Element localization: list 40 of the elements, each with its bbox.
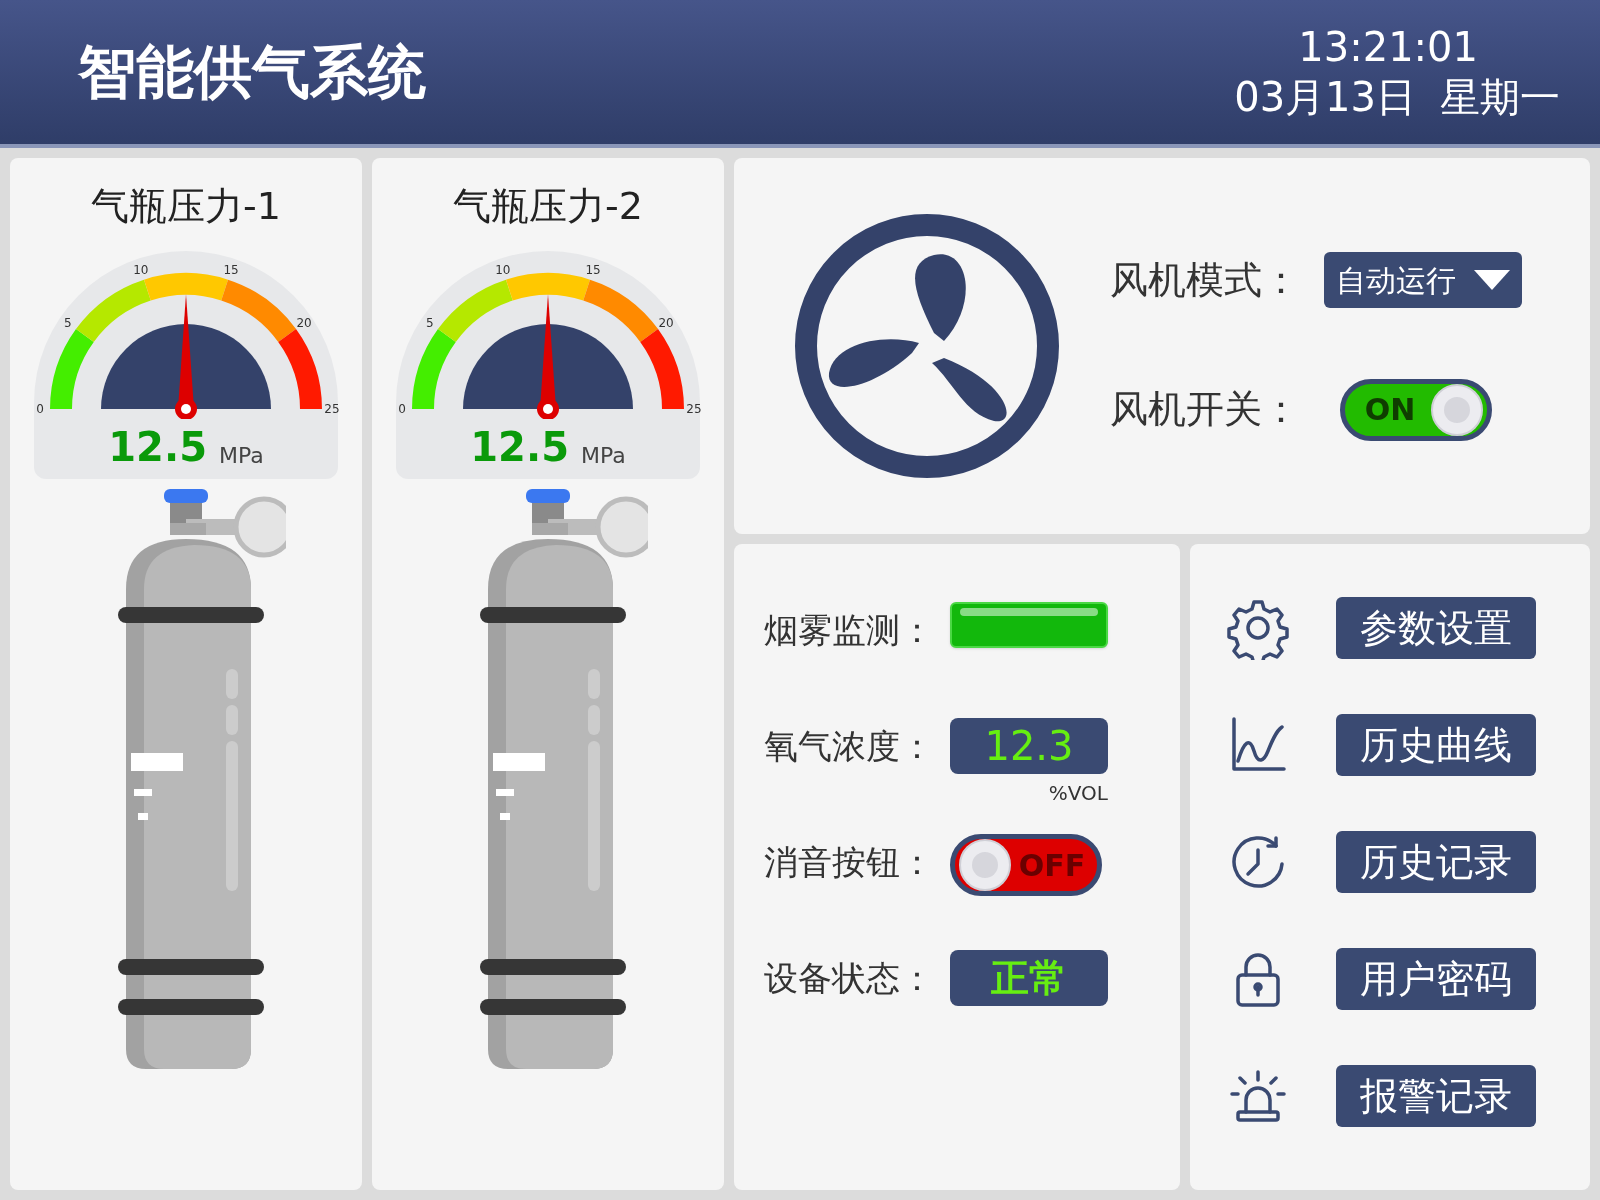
reading-unit: %VOL xyxy=(1048,780,1108,807)
app-title: 智能供气系统 xyxy=(78,36,426,108)
fan-mode-label: 风机模式： xyxy=(1110,256,1300,304)
cylinder-title: 气瓶压力-2 xyxy=(453,183,643,230)
reading-display: 12.3 xyxy=(950,718,1108,774)
gauge-tick-label: 10 xyxy=(133,262,149,280)
pressure-unit: MPa xyxy=(580,445,626,467)
menu-button[interactable]: 历史记录 xyxy=(1336,831,1536,893)
menu-button[interactable]: 用户密码 xyxy=(1336,948,1536,1010)
weekday-text: 星期一 xyxy=(1440,73,1560,122)
toggle-label: ON xyxy=(1363,391,1417,429)
toggle-label: OFF xyxy=(1017,846,1087,885)
date-text: 03月13日 xyxy=(1234,73,1416,122)
clock-time: 13:21:01 xyxy=(1298,23,1478,72)
gauge-tick-label: 25 xyxy=(686,401,702,418)
toggle-switch[interactable]: ON xyxy=(1340,378,1492,441)
monitor-label: 氧气浓度： xyxy=(763,725,934,768)
fan-mode-dropdown[interactable]: 自动运行 xyxy=(1324,252,1522,308)
pressure-value: 12.5 xyxy=(108,427,207,467)
cylinder-title: 气瓶压力-1 xyxy=(91,183,281,230)
menu-button[interactable]: 参数设置 xyxy=(1336,597,1536,659)
menu-button[interactable]: 报警记录 xyxy=(1336,1065,1536,1127)
gauge-tick-label: 20 xyxy=(658,315,674,333)
fan-switch-label: 风机开关： xyxy=(1110,386,1300,433)
pressure-value: 12.5 xyxy=(470,427,569,467)
monitor-label: 设备状态： xyxy=(763,957,934,1000)
monitor-label: 消音按钮： xyxy=(763,841,934,884)
gauge-tick-label: 5 xyxy=(64,315,72,333)
gauge-tick-label: 0 xyxy=(36,401,44,418)
gauge-tick-label: 0 xyxy=(398,401,406,418)
gauge-tick-label: 15 xyxy=(223,262,239,280)
gauge-tick-label: 15 xyxy=(585,262,601,280)
gauge-tick-label: 10 xyxy=(495,262,511,280)
gauge-tick-label: 5 xyxy=(426,315,434,333)
menu-button[interactable]: 历史曲线 xyxy=(1336,714,1536,776)
status-display: 正常 xyxy=(950,950,1108,1006)
pressure-unit: MPa xyxy=(218,445,264,467)
monitor-label: 烟雾监测： xyxy=(763,609,934,652)
gauge-tick-label: 25 xyxy=(324,401,340,418)
gauge-tick-label: 20 xyxy=(296,315,312,333)
